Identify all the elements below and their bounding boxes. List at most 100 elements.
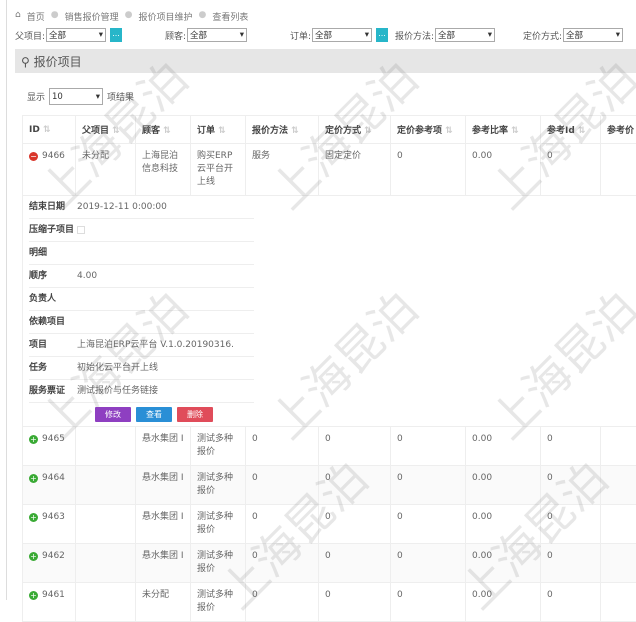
detail-label: 项目 [29, 339, 77, 352]
table-row[interactable]: +9461未分配测试多种报价0000.000 [23, 583, 636, 622]
table-row[interactable]: +9464悬水集团 I测试多种报价0000.000 [23, 466, 636, 505]
column-header[interactable]: 定价参考项 ⇅ [391, 116, 466, 144]
breadcrumb-item[interactable]: 查看列表 [212, 10, 248, 23]
edit-button[interactable]: 修改 [95, 407, 131, 422]
caret-down-icon: ▾ [240, 30, 244, 40]
column-header[interactable]: 顾客 ⇅ [136, 116, 191, 144]
table-cell [76, 544, 136, 583]
home-icon[interactable]: ⌂ [15, 10, 21, 23]
expand-icon[interactable]: + [29, 591, 38, 600]
table-cell: 0 [541, 583, 601, 622]
detail-item: 明细 [29, 242, 254, 265]
row-id: 9464 [42, 473, 65, 483]
table-row[interactable]: +9463悬水集团 I测试多种报价0000.000 [23, 505, 636, 544]
filter-label: 订单: [290, 29, 311, 42]
id-cell: +9464 [23, 466, 76, 505]
filter-label: 父项目: [15, 29, 45, 42]
column-header[interactable]: 父项目 ⇅ [76, 116, 136, 144]
sort-icon[interactable]: ⇅ [442, 126, 453, 136]
column-header[interactable]: 参考价 ⇅ [601, 116, 636, 144]
expand-icon[interactable]: + [29, 552, 38, 561]
table-cell: 悬水集团 I [136, 505, 191, 544]
column-header[interactable]: ID ⇅ [23, 116, 76, 144]
table-cell: 0.00 [466, 583, 541, 622]
table-cell [601, 544, 636, 583]
detail-item: 任务初始化云平台开上线 [29, 357, 254, 380]
table-cell: 悬水集团 I [136, 544, 191, 583]
filter-select[interactable]: 全部▾ [312, 28, 372, 42]
table-cell: 0.00 [466, 144, 541, 196]
column-label: 定价方式 [325, 126, 361, 136]
id-cell: +9465 [23, 427, 76, 466]
table-cell: 0 [319, 544, 391, 583]
table-row[interactable]: −9466未分配上海昆泊信息科技购买ERP云平台开上线服务固定定价00.000 [23, 144, 636, 196]
table-cell: 0 [391, 505, 466, 544]
breadcrumb-item[interactable]: 报价项目维护 [138, 10, 192, 23]
table-cell: 0 [391, 466, 466, 505]
detail-label: 依赖项目 [29, 316, 77, 329]
filter-select[interactable]: 全部▾ [46, 28, 106, 42]
delete-button[interactable]: 删除 [177, 407, 213, 422]
table-cell: 测试多种报价 [191, 427, 246, 466]
table-cell: 0 [391, 544, 466, 583]
table-cell: 0 [319, 427, 391, 466]
column-header[interactable]: 定价方式 ⇅ [319, 116, 391, 144]
table-cell [76, 466, 136, 505]
table-row[interactable]: +9462悬水集团 I测试多种报价0000.000 [23, 544, 636, 583]
breadcrumb-item[interactable]: 首页 [27, 10, 45, 23]
picker-button[interactable]: ... [376, 28, 388, 42]
detail-item: 服务票证测试报价与任务链接 [29, 380, 254, 403]
table-cell: 悬水集团 I [136, 427, 191, 466]
table-cell: 0 [541, 427, 601, 466]
sort-icon[interactable]: ⇅ [361, 126, 372, 136]
expand-icon[interactable]: + [29, 513, 38, 522]
sort-icon[interactable]: ⇅ [40, 125, 51, 135]
sort-icon[interactable]: ⇅ [508, 126, 519, 136]
column-header[interactable]: 参考Id ⇅ [541, 116, 601, 144]
column-header[interactable]: 报价方法 ⇅ [246, 116, 319, 144]
row-id: 9463 [42, 512, 65, 522]
expand-icon[interactable]: + [29, 474, 38, 483]
collapse-icon[interactable]: − [29, 152, 38, 161]
filter-select[interactable]: 全部▾ [563, 28, 623, 42]
detail-label: 任务 [29, 362, 77, 375]
table-cell: 服务 [246, 144, 319, 196]
breadcrumb-item[interactable]: 销售报价管理 [65, 10, 119, 23]
detail-value: 4.00 [77, 270, 97, 283]
sort-icon[interactable]: ⇅ [575, 126, 586, 136]
sort-icon[interactable]: ⇅ [109, 126, 120, 136]
filter-select[interactable]: 全部▾ [187, 28, 247, 42]
detail-label: 负责人 [29, 293, 77, 306]
id-cell: −9466 [23, 144, 76, 196]
sort-icon[interactable]: ⇅ [288, 126, 299, 136]
row-id: 9461 [42, 590, 65, 600]
filter-select[interactable]: 全部▾ [435, 28, 495, 42]
table-cell [601, 144, 636, 196]
sort-icon[interactable]: ⇅ [215, 126, 226, 136]
column-header[interactable]: 订单 ⇅ [191, 116, 246, 144]
sort-icon[interactable]: ⇅ [160, 126, 171, 136]
table-cell: 0 [246, 544, 319, 583]
column-header[interactable]: 参考比率 ⇅ [466, 116, 541, 144]
table-cell: 0 [246, 427, 319, 466]
quote-items-table: ID ⇅父项目 ⇅顾客 ⇅订单 ⇅报价方法 ⇅定价方式 ⇅定价参考项 ⇅参考比率… [22, 115, 636, 622]
table-cell: 测试多种报价 [191, 583, 246, 622]
page-size-select[interactable]: 10▾ [49, 88, 103, 105]
column-label: 参考价 [607, 126, 634, 136]
table-cell: 悬水集团 I [136, 466, 191, 505]
breadcrumb: ⌂首页●销售报价管理●报价项目维护●查看列表 [15, 10, 248, 23]
view-button[interactable]: 查看 [136, 407, 172, 422]
table-cell [76, 583, 136, 622]
caret-down-icon: ▾ [96, 92, 100, 102]
table-cell: 0.00 [466, 505, 541, 544]
picker-button[interactable]: ... [110, 28, 122, 42]
filter-3: 报价方法:全部▾ [395, 28, 495, 42]
detail-value: 上海昆泊ERP云平台 V.1.0.20190316. [77, 339, 234, 352]
table-cell [76, 505, 136, 544]
expand-icon[interactable]: + [29, 435, 38, 444]
detail-item: 项目上海昆泊ERP云平台 V.1.0.20190316. [29, 334, 254, 357]
checkbox[interactable] [77, 226, 85, 234]
table-row[interactable]: +9465悬水集团 I测试多种报价0000.000 [23, 427, 636, 466]
filter-value: 全部 [438, 29, 455, 41]
detail-label: 明细 [29, 247, 77, 260]
